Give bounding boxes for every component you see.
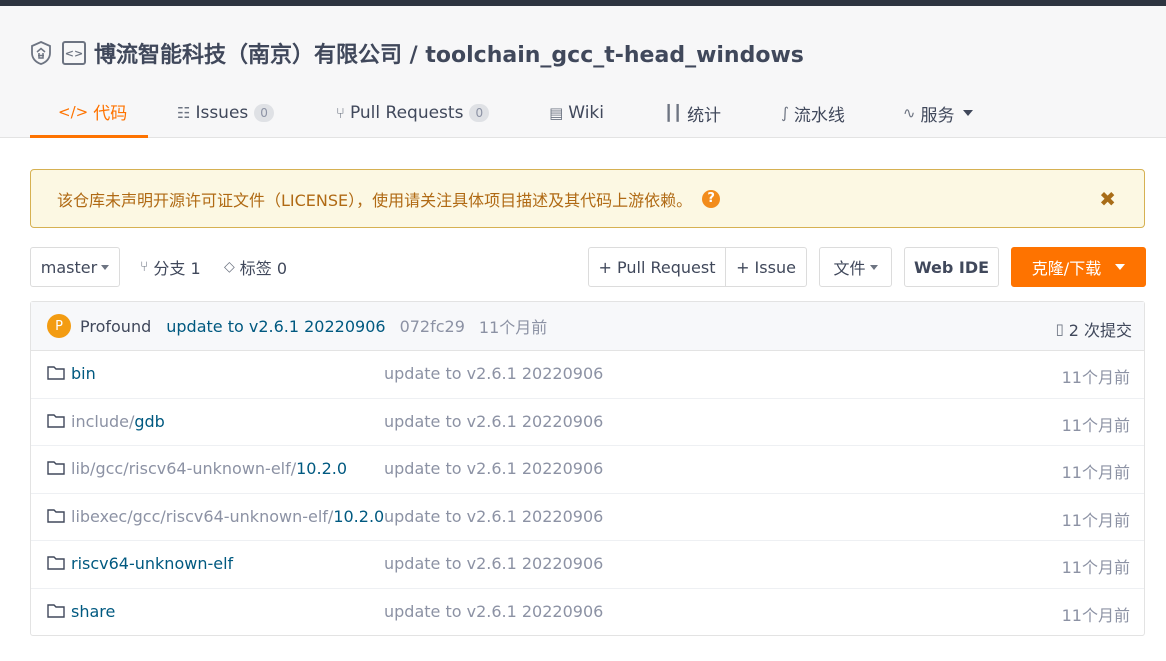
- chevron-down-icon: [101, 264, 110, 270]
- tab-issues[interactable]: ☷ Issues 0: [177, 88, 274, 138]
- new-pull-request-button[interactable]: + Pull Request: [588, 247, 726, 287]
- tab-pipeline[interactable]: ∫ 流水线: [781, 88, 845, 138]
- repo-tabs: </> 代码 ☷ Issues 0 ⑂ Pull Requests 0 ▤ Wiki ┃┃ 统…: [30, 88, 974, 138]
- file-name[interactable]: bin: [71, 364, 96, 383]
- enterprise-shield-icon: [31, 41, 51, 65]
- commits-icon: ▯: [1055, 320, 1064, 338]
- tab-services-label: 服务: [920, 105, 955, 126]
- file-commit-message[interactable]: update to v2.6.1 20220906: [384, 602, 603, 621]
- file-commit-message[interactable]: update to v2.6.1 20220906: [384, 364, 603, 383]
- file-commit-message[interactable]: update to v2.6.1 20220906: [384, 459, 603, 478]
- chevron-down-icon: [1115, 264, 1126, 270]
- clone-button-label: 克隆/下载: [1031, 259, 1102, 278]
- tags-label: 标签 0: [239, 259, 288, 278]
- file-list: P Profound update to v2.6.1 20220906 072…: [30, 301, 1145, 636]
- file-commit-message[interactable]: update to v2.6.1 20220906: [384, 554, 603, 573]
- folder-icon: [47, 413, 65, 428]
- folder-icon: [47, 366, 65, 380]
- folder-icon: [47, 461, 65, 475]
- tag-icon: ◇: [224, 259, 235, 275]
- file-row[interactable]: lib/gcc/riscv64-unknown-elf/10.2.0 updat…: [31, 446, 1144, 494]
- tab-issues-label: Issues: [195, 103, 249, 123]
- tab-services[interactable]: ∿ 服务: [903, 88, 974, 138]
- tab-pull-requests[interactable]: ⑂ Pull Requests 0: [335, 88, 490, 138]
- license-notice-text: 该仓库未声明开源许可证文件（LICENSE），使用请关注具体项目描述及其代码上游…: [57, 190, 693, 210]
- tab-wiki-label: Wiki: [568, 103, 604, 123]
- tab-stats[interactable]: ┃┃ 统计: [664, 88, 721, 138]
- commit-message[interactable]: update to v2.6.1 20220906: [166, 317, 385, 336]
- commit-time: 11个月前: [478, 318, 548, 337]
- file-row[interactable]: libexec/gcc/riscv64-unknown-elf/10.2.0 u…: [31, 494, 1144, 541]
- file-commit-message[interactable]: update to v2.6.1 20220906: [384, 412, 603, 431]
- branch-select-label: master: [40, 257, 98, 277]
- tags-link[interactable]: ◇ 标签 0: [224, 248, 287, 286]
- commit-count-label: 2 次提交: [1068, 321, 1132, 340]
- latest-commit: P Profound update to v2.6.1 20220906 072…: [31, 302, 1144, 351]
- pulse-icon: ∿: [902, 104, 916, 122]
- repo-title-row: <> 博流智能科技（南京）有限公司 / toolchain_gcc_t-head…: [30, 38, 804, 68]
- tab-code[interactable]: </> 代码: [30, 88, 148, 138]
- repo-name-link[interactable]: toolchain_gcc_t-head_windows: [425, 43, 804, 68]
- file-name[interactable]: riscv64-unknown-elf: [71, 554, 233, 573]
- commit-hash[interactable]: 072fc29: [400, 317, 465, 336]
- web-ide-button[interactable]: Web IDE: [904, 247, 999, 287]
- folder-icon: [47, 508, 65, 523]
- avatar[interactable]: P: [47, 314, 71, 338]
- title-separator: /: [402, 43, 426, 68]
- stats-icon: ┃┃: [664, 104, 683, 122]
- wiki-icon: ▤: [549, 104, 564, 122]
- new-issue-button[interactable]: + Issue: [725, 247, 807, 287]
- file-row[interactable]: bin update to v2.6.1 20220906 11个月前: [31, 351, 1144, 399]
- file-commit-time: 11个月前: [1061, 368, 1130, 387]
- tab-pull-requests-label: Pull Requests: [349, 103, 464, 123]
- license-notice: 该仓库未声明开源许可证文件（LICENSE），使用请关注具体项目描述及其代码上游…: [30, 169, 1145, 228]
- repo-code-icon: <>: [62, 41, 86, 65]
- clone-download-button[interactable]: 克隆/下载: [1011, 247, 1146, 287]
- branches-link[interactable]: ⑂ 分支 1: [140, 248, 201, 286]
- file-commit-time: 11个月前: [1061, 605, 1130, 625]
- issues-icon: ☷: [177, 104, 191, 122]
- commit-count-link[interactable]: ▯ 2 次提交: [1055, 317, 1132, 341]
- file-name[interactable]: libexec/gcc/riscv64-unknown-elf/10.2.0: [71, 507, 384, 526]
- code-icon: </>: [58, 102, 89, 121]
- repo-header: <> 博流智能科技（南京）有限公司 / toolchain_gcc_t-head…: [0, 6, 1166, 138]
- issues-count-badge: 0: [254, 104, 274, 122]
- file-name[interactable]: include/gdb: [71, 412, 165, 431]
- branches-label: 分支 1: [153, 259, 201, 278]
- file-name[interactable]: lib/gcc/riscv64-unknown-elf/10.2.0: [71, 459, 347, 478]
- branch-select[interactable]: master: [30, 247, 120, 287]
- file-row[interactable]: riscv64-unknown-elf update to v2.6.1 202…: [31, 541, 1144, 589]
- file-commit-message[interactable]: update to v2.6.1 20220906: [384, 507, 603, 526]
- tab-pipeline-label: 流水线: [793, 105, 845, 126]
- chevron-down-icon: [869, 264, 878, 270]
- close-icon[interactable]: ✖: [1099, 187, 1116, 211]
- file-commit-time: 11个月前: [1061, 558, 1130, 577]
- pull-request-icon: ⑂: [335, 104, 345, 122]
- file-commit-time: 11个月前: [1061, 510, 1130, 530]
- folder-icon: [47, 556, 65, 570]
- tab-code-label: 代码: [93, 104, 128, 124]
- pipeline-icon: ∫: [781, 104, 789, 122]
- files-button-label: 文件: [833, 259, 866, 278]
- tab-wiki[interactable]: ▤ Wiki: [549, 88, 604, 138]
- repo-owner-link[interactable]: 博流智能科技（南京）有限公司: [94, 43, 402, 68]
- file-row[interactable]: share update to v2.6.1 20220906 11个月前: [31, 589, 1144, 637]
- pull-requests-count-badge: 0: [469, 104, 490, 122]
- help-icon[interactable]: ?: [702, 189, 721, 208]
- files-dropdown-button[interactable]: 文件: [819, 247, 892, 287]
- file-name[interactable]: share: [71, 602, 115, 621]
- services-dropdown-icon: [963, 110, 974, 116]
- file-commit-time: 11个月前: [1061, 415, 1130, 435]
- branch-icon: ⑂: [140, 259, 149, 275]
- repo-title: 博流智能科技（南京）有限公司 / toolchain_gcc_t-head_wi…: [94, 37, 804, 69]
- file-commit-time: 11个月前: [1061, 463, 1130, 482]
- tab-stats-label: 统计: [687, 105, 722, 126]
- commit-author[interactable]: Profound: [80, 317, 151, 336]
- file-row[interactable]: include/gdb update to v2.6.1 20220906 11…: [31, 399, 1144, 446]
- folder-icon: [47, 603, 65, 618]
